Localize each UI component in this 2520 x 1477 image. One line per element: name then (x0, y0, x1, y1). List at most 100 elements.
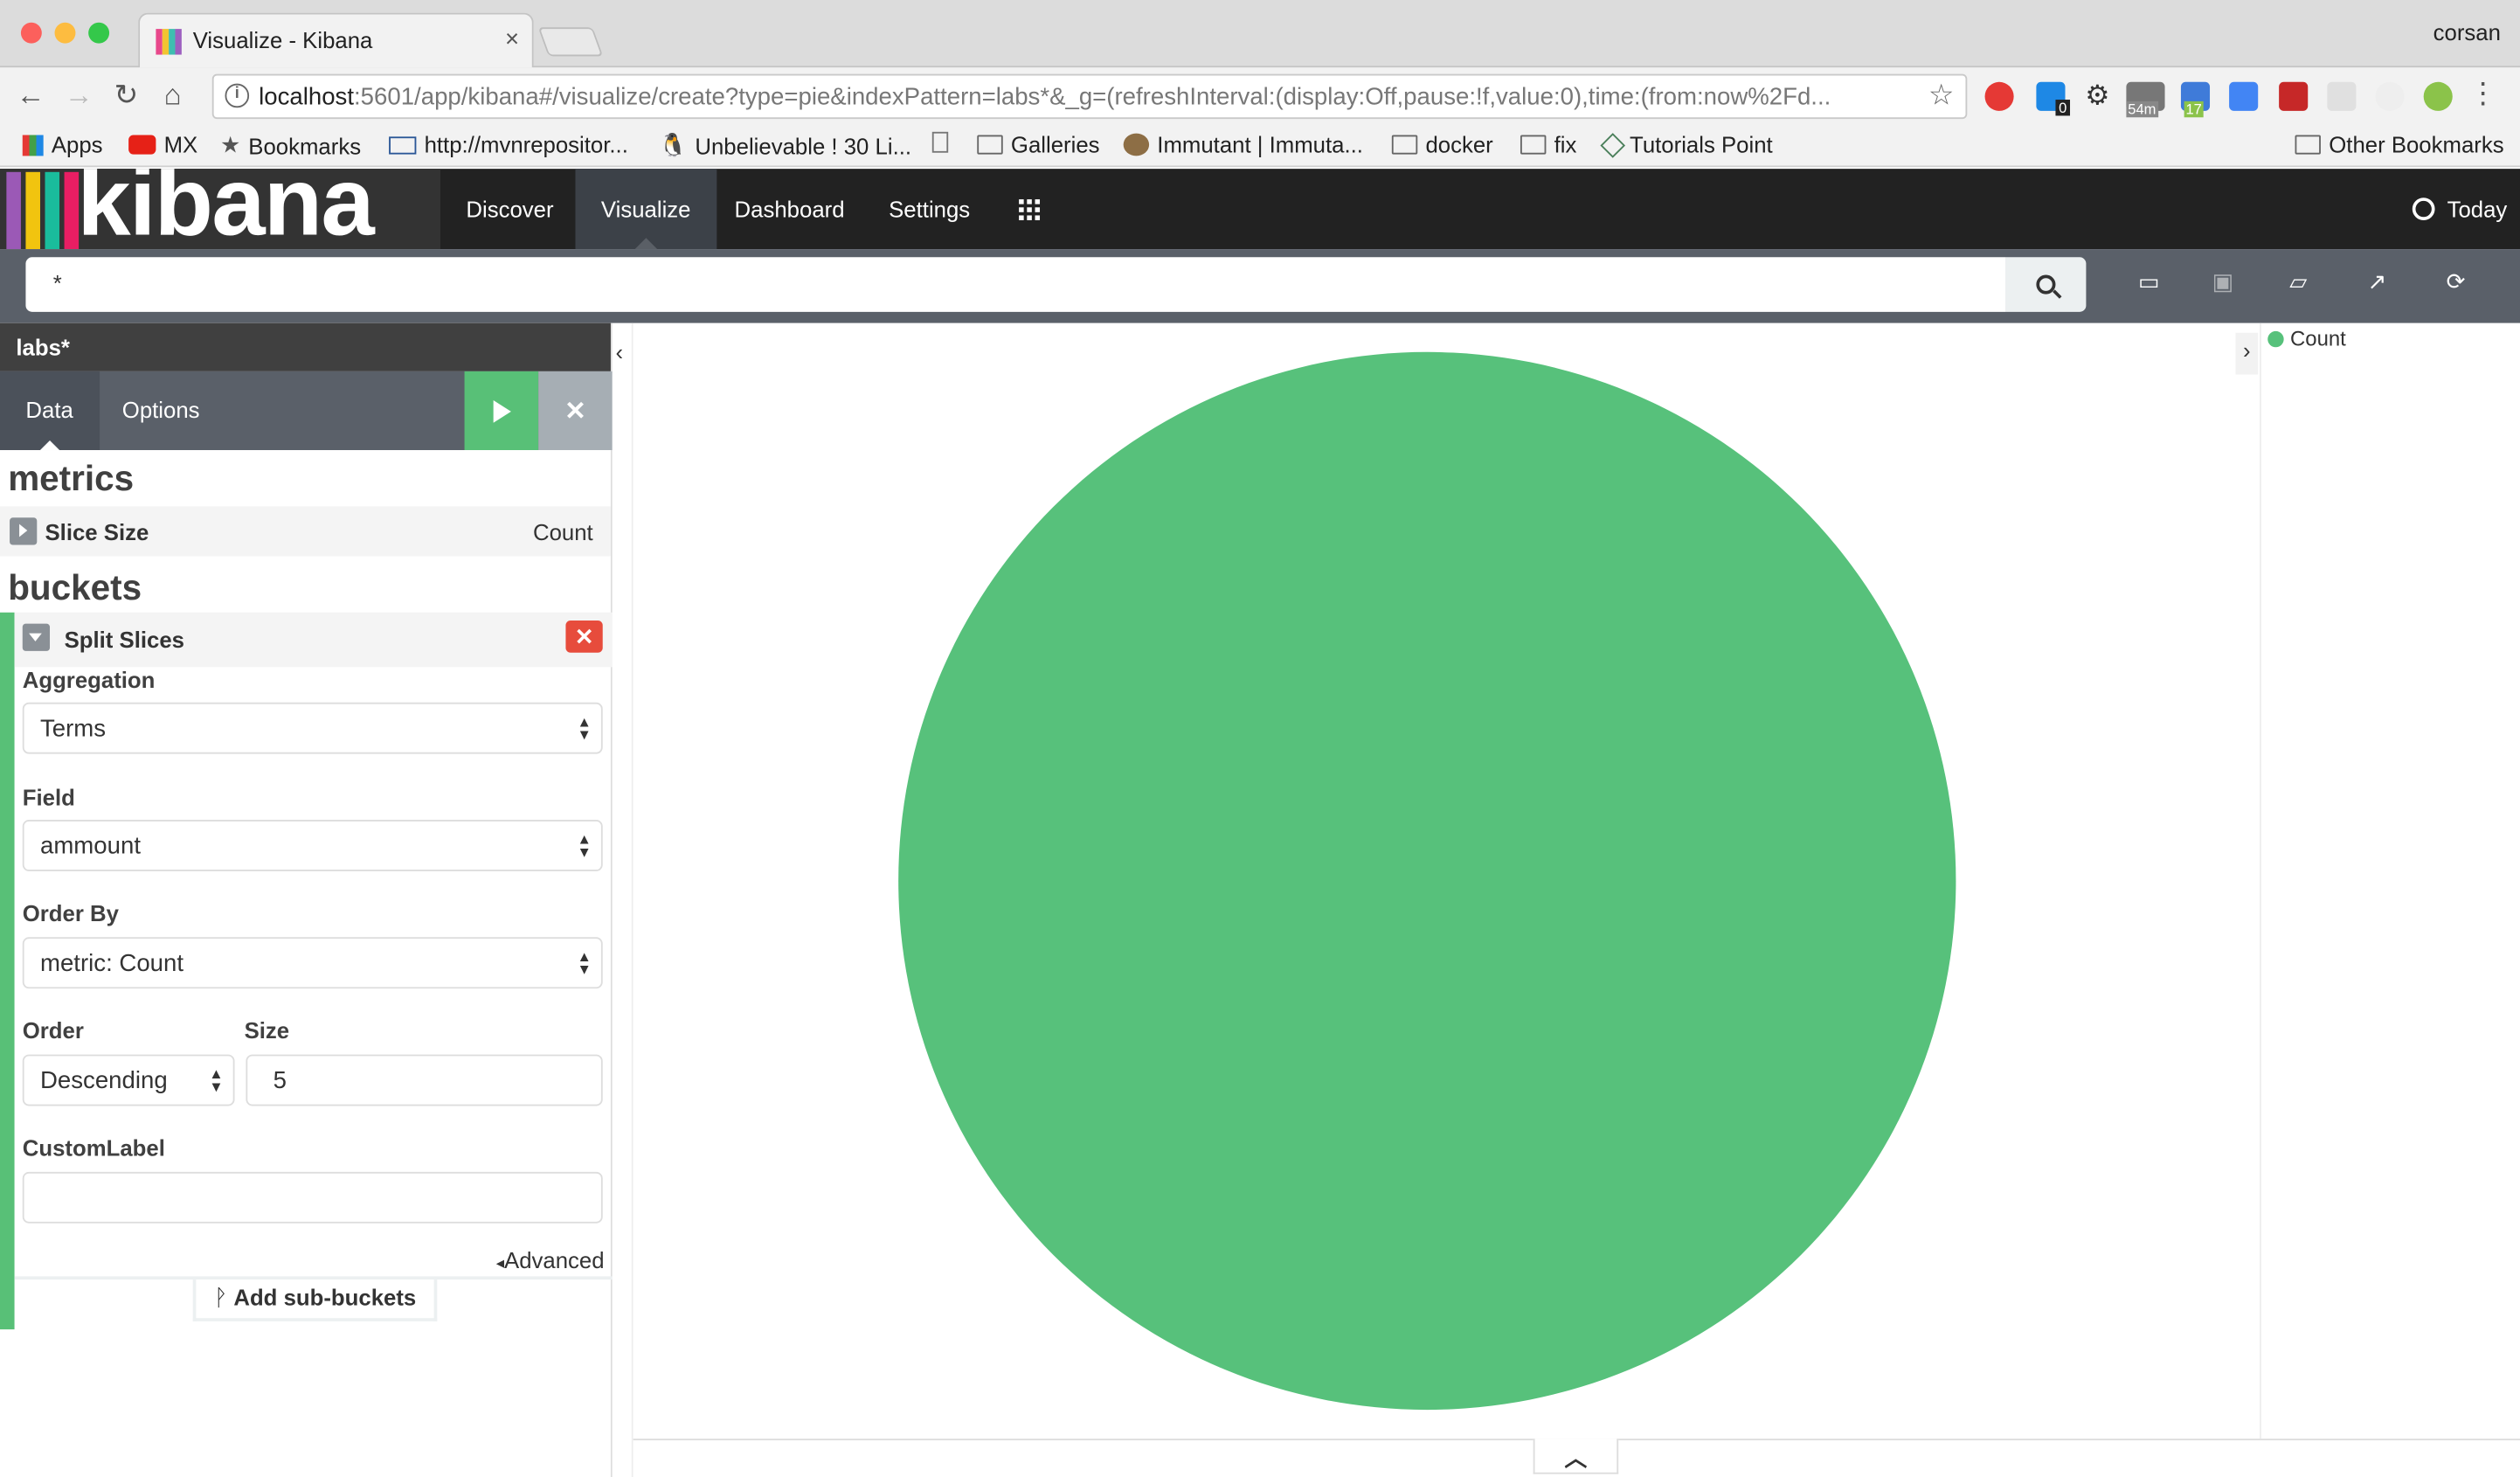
legend-label: Count (2290, 326, 2346, 350)
add-sub-buckets-button[interactable]: ᚹ Add sub-buckets (192, 1279, 438, 1321)
nav-dashboard[interactable]: Dashboard (709, 169, 870, 249)
back-arrow-icon[interactable]: ← (16, 79, 45, 113)
browser-menu-icon[interactable]: ⋮ (2468, 77, 2497, 111)
metric-slice-size[interactable]: Slice Size Count (0, 506, 611, 557)
query-input[interactable]: * (25, 257, 2006, 312)
bookmark-mx[interactable]: MX (128, 132, 197, 157)
bookmark-page[interactable] (931, 131, 949, 153)
app-switcher-icon[interactable] (1019, 199, 1042, 220)
timepicker-button[interactable]: Today (2412, 196, 2507, 222)
apply-changes-button[interactable] (464, 371, 539, 451)
tab-close-icon[interactable]: × (505, 25, 519, 52)
bookmark-star-icon[interactable]: ☆ (1928, 79, 1955, 113)
star-icon: ★ (219, 131, 241, 158)
bookmark-immutant[interactable]: Immutant | Immuta... (1123, 132, 1363, 157)
bookmark-unbelievable[interactable]: 🐧 Unbelievable ! 30 Li... (659, 132, 911, 159)
custom-label-input[interactable] (22, 1171, 603, 1224)
nav-discover[interactable]: Discover (440, 169, 579, 249)
bookmark-other[interactable]: Other Bookmarks (2295, 132, 2504, 157)
timer-extension-icon[interactable]: 54m (2126, 81, 2165, 118)
pie-chart (898, 351, 1956, 1411)
pie-slice-count[interactable] (898, 351, 1956, 1411)
expand-caret-icon[interactable] (10, 517, 38, 545)
site-info-icon[interactable]: i (225, 83, 250, 108)
visualization-area (633, 322, 2260, 1439)
bookmark-apps[interactable]: Apps (22, 132, 103, 157)
folder-icon (977, 135, 1003, 155)
query-bar: * ▭ ▣ ▱ ↗ ⟳ (0, 249, 2520, 323)
order-by-select[interactable]: metric: Count ▲ ▼ (22, 937, 603, 989)
tutorialspoint-icon (1600, 132, 1626, 157)
bookmark-tutorials-point[interactable]: Tutorials Point (1600, 132, 1773, 157)
kibana-logo-text: kibana (77, 169, 374, 250)
chevron-right-icon: › (2243, 337, 2251, 364)
bucket-header[interactable]: Split Slices ✕ (14, 612, 613, 668)
close-icon: ✕ (564, 398, 586, 426)
home-icon[interactable]: ⌂ (164, 79, 182, 113)
refresh-icon[interactable]: ⟳ (2441, 268, 2470, 297)
profile-name[interactable]: corsan (2433, 19, 2501, 45)
bookmark-galleries[interactable]: Galleries (977, 132, 1100, 157)
field-select[interactable]: ammount ▲ ▼ (22, 820, 603, 871)
legend-panel: Count (2260, 322, 2520, 1439)
spy-panel-toggle[interactable]: ︿ (1533, 1439, 1619, 1474)
calendar-extension-icon[interactable]: 17 (2180, 81, 2211, 118)
play-icon (492, 399, 510, 422)
query-submit-button[interactable] (2005, 257, 2087, 312)
gray-extension-icon[interactable] (2327, 81, 2357, 111)
metrics-heading: metrics (8, 458, 135, 499)
buckets-heading: buckets (8, 567, 142, 608)
minimize-window-button[interactable] (54, 22, 76, 44)
red-book-extension-icon[interactable] (2279, 81, 2309, 111)
new-visualization-icon[interactable]: ▭ (2135, 268, 2163, 297)
badge-extension-icon[interactable]: 0 (2036, 81, 2071, 116)
bookmark-mvnrepository[interactable]: http://mvnrepositor... (389, 132, 628, 157)
browser-tab-active[interactable]: Visualize - Kibana × (138, 12, 534, 68)
size-input[interactable]: 5 (246, 1054, 603, 1106)
nav-settings[interactable]: Settings (863, 169, 996, 249)
url-text[interactable]: localhost:5601/app/kibana#/visualize/cre… (259, 84, 1930, 111)
open-folder-icon[interactable]: ▱ (2284, 268, 2313, 297)
sidebar-collapse-toggle[interactable]: ‹ (612, 322, 633, 1477)
browser-tab-strip: Visualize - Kibana × corsan (0, 0, 2520, 68)
select-arrows-icon: ▲ ▼ (209, 1065, 224, 1095)
legend-item[interactable]: Count (2267, 326, 2346, 350)
save-icon[interactable]: ▣ (2208, 268, 2237, 297)
collapse-caret-icon[interactable] (22, 623, 51, 651)
bookmark-bookmarks[interactable]: ★ Bookmarks (220, 132, 361, 159)
mvn-icon (389, 135, 417, 154)
remove-bucket-button[interactable]: ✕ (565, 620, 603, 653)
forward-arrow-icon[interactable]: → (65, 79, 93, 113)
translate-extension-icon[interactable] (2229, 81, 2259, 111)
bookmark-fix[interactable]: fix (1520, 132, 1576, 157)
address-bar[interactable]: i localhost:5601/app/kibana#/visualize/c… (211, 73, 1968, 120)
kibana-favicon-icon (156, 29, 182, 55)
legend-color-dot (2267, 329, 2284, 347)
aggregation-select[interactable]: Terms ▲ ▼ (22, 702, 603, 754)
opera-extension-icon[interactable] (1984, 81, 2014, 111)
order-select[interactable]: Descending ▲ ▼ (22, 1054, 235, 1106)
maximize-window-button[interactable] (88, 22, 110, 44)
circle-extension-icon[interactable] (2375, 81, 2405, 111)
advanced-toggle[interactable]: ◂Advanced (496, 1247, 605, 1272)
gear-extension-icon[interactable]: ⚙ (2083, 81, 2112, 111)
new-tab-button[interactable] (537, 27, 604, 57)
caret-left-icon: ◂ (495, 1255, 505, 1273)
close-window-button[interactable] (20, 22, 42, 44)
folder-icon (1391, 135, 1418, 155)
reload-icon[interactable]: ↻ (114, 79, 139, 113)
kibana-logo[interactable]: kibana (0, 169, 440, 250)
nav-visualize[interactable]: Visualize (575, 169, 717, 250)
chevron-up-icon: ︿ (1564, 1445, 1588, 1471)
tab-options[interactable]: Options (96, 371, 225, 450)
tab-data[interactable]: Data (0, 371, 100, 451)
immutant-icon (1123, 133, 1150, 156)
share-icon[interactable]: ↗ (2363, 268, 2392, 297)
bookmark-docker[interactable]: docker (1391, 132, 1493, 157)
legend-toggle-button[interactable]: › (2235, 332, 2259, 375)
green-extension-icon[interactable] (2423, 81, 2453, 111)
kibana-navbar: kibana Discover Visualize Dashboard Sett… (0, 169, 2520, 250)
bookmarks-bar: Apps MX ★ Bookmarks http://mvnrepositor..… (0, 125, 2520, 168)
order-by-label: Order By (22, 900, 119, 926)
discard-changes-button[interactable]: ✕ (538, 371, 613, 451)
